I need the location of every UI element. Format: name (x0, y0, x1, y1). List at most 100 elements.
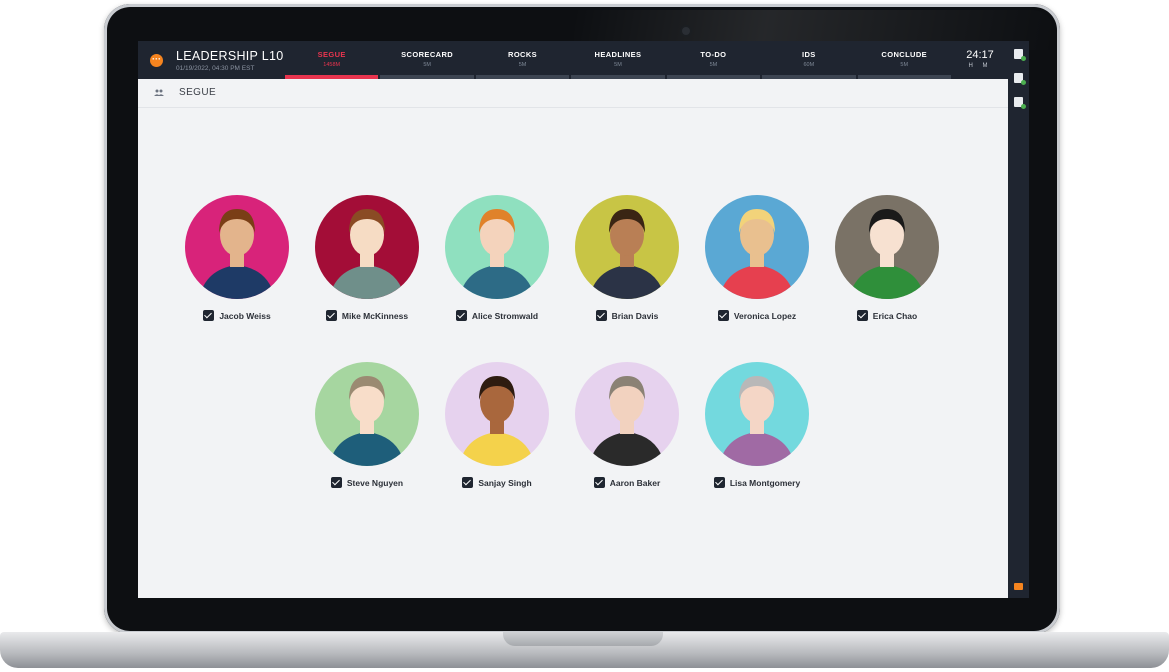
avatar-torso (199, 265, 275, 299)
tab-duration: 5M (900, 62, 909, 68)
tab-label: IDS (801, 50, 816, 59)
tab-ids[interactable]: IDS 60M (761, 41, 856, 79)
tab-scorecard[interactable]: SCORECARD 5M (379, 41, 474, 79)
attendee-row: Brian Davis (562, 310, 692, 321)
tab-duration: 1458M (323, 62, 341, 68)
attendee-avatar[interactable] (575, 195, 679, 299)
attendance-checkbox[interactable] (330, 477, 342, 488)
attendee-avatar[interactable] (185, 195, 289, 299)
attendance-checkbox[interactable] (593, 477, 605, 488)
avatar-illustration (849, 209, 925, 299)
attendee-card: Lisa Montgomery (692, 362, 822, 488)
tab-duration: 5M (709, 62, 718, 68)
attendee-avatar[interactable] (705, 195, 809, 299)
avatar-torso (329, 265, 405, 299)
tab-segue[interactable]: SEGUE 1458M (284, 41, 379, 79)
webcam-icon (682, 27, 690, 35)
avatar-illustration (459, 209, 535, 299)
tab-duration: 5M (614, 62, 622, 68)
attendee-row: Lisa Montgomery (692, 477, 822, 488)
attendee-name: Steve Nguyen (346, 477, 404, 488)
avatar-torso (459, 432, 535, 466)
chat-icon[interactable] (1014, 583, 1023, 590)
app-screen: ··· LEADERSHIP L10 01/19/2022, 04:30 PM … (138, 41, 1029, 598)
avatar-illustration (719, 209, 795, 299)
tab-label: SEGUE (317, 50, 346, 59)
meeting-timer: 24:17 H M (958, 49, 1002, 69)
tab-to-do[interactable]: TO-DO 5M (666, 41, 761, 79)
attendee-avatar[interactable] (315, 362, 419, 466)
tab-label: HEADLINES (594, 50, 642, 59)
tab-rocks[interactable]: ROCKS 5M (475, 41, 570, 79)
people-icon (154, 89, 164, 96)
attendee-row: Mike McKinness (302, 310, 432, 321)
attendance-checkbox[interactable] (717, 310, 729, 321)
tab-duration: 5M (423, 62, 431, 68)
attendee-row: Alice Stromwald (432, 310, 562, 321)
attendee-card: Brian Davis (562, 195, 692, 321)
attendee-card: Aaron Baker (562, 362, 692, 488)
attendee-name: Brian Davis (611, 310, 659, 321)
attendee-card: Erica Chao (822, 195, 952, 321)
attendee-name: Jacob Weiss (219, 310, 271, 321)
attendee-name: Sanjay Singh (478, 477, 532, 488)
attendee-avatar[interactable] (315, 195, 419, 299)
attendance-checkbox[interactable] (325, 310, 337, 321)
tab-label: TO-DO (700, 50, 727, 59)
section-title: SEGUE (179, 87, 217, 98)
meeting-topbar: ··· LEADERSHIP L10 01/19/2022, 04:30 PM … (138, 41, 1008, 79)
tab-label: SCORECARD (401, 50, 454, 59)
avatar-torso (849, 265, 925, 299)
attendee-name: Veronica Lopez (733, 310, 797, 321)
attendee-avatar[interactable] (445, 362, 549, 466)
right-rail (1008, 41, 1029, 598)
attendee-row: Jacob Weiss (172, 310, 302, 321)
timer-units: H M (968, 63, 992, 69)
agenda-tabs: SEGUE 1458M SCORECARD 5M ROCKS 5M HEADLI… (284, 41, 952, 79)
attendee-name: Aaron Baker (609, 477, 661, 488)
attendee-name: Erica Chao (872, 310, 918, 321)
ellipsis-icon[interactable]: ··· (150, 54, 163, 67)
attendee-card: Jacob Weiss (172, 195, 302, 321)
attendee-name: Mike McKinness (341, 310, 409, 321)
avatar-torso (459, 265, 535, 299)
avatar-illustration (459, 376, 535, 466)
attendance-checkbox[interactable] (856, 310, 868, 321)
attendee-avatar[interactable] (835, 195, 939, 299)
meeting-title: LEADERSHIP L10 (176, 49, 284, 63)
attendee-avatar[interactable] (705, 362, 809, 466)
timer-value: 24:17 (966, 49, 994, 61)
attendance-checkbox[interactable] (462, 477, 474, 488)
add-page-icon[interactable] (1014, 49, 1026, 61)
attendee-card: Sanjay Singh (432, 362, 562, 488)
meeting-datetime: 01/19/2022, 04:30 PM EST (176, 65, 255, 72)
attendance-checkbox[interactable] (713, 477, 725, 488)
attendee-card: Veronica Lopez (692, 195, 822, 321)
attendee-avatar[interactable] (445, 195, 549, 299)
avatar-illustration (719, 376, 795, 466)
attendee-row: Aaron Baker (562, 477, 692, 488)
tab-headlines[interactable]: HEADLINES 5M (570, 41, 665, 79)
avatar-torso (329, 432, 405, 466)
tab-label: ROCKS (508, 50, 538, 59)
laptop-notch (503, 632, 663, 646)
attendance-checkbox[interactable] (203, 310, 215, 321)
tab-conclude[interactable]: CONCLUDE 5M (857, 41, 952, 79)
notes-icon[interactable] (1014, 97, 1026, 109)
section-header: SEGUE (138, 79, 1008, 108)
checklist-icon[interactable] (1014, 73, 1026, 85)
attendee-row: Erica Chao (822, 310, 952, 321)
attendee-card: Alice Stromwald (432, 195, 562, 321)
attendee-avatar[interactable] (575, 362, 679, 466)
tab-duration: 60M (803, 62, 815, 68)
avatar-torso (589, 432, 665, 466)
avatar-illustration (329, 376, 405, 466)
avatar-illustration (199, 209, 275, 299)
avatar-illustration (329, 209, 405, 299)
attendance-checkbox[interactable] (595, 310, 607, 321)
avatar-torso (719, 432, 795, 466)
attendee-row: Sanjay Singh (432, 477, 562, 488)
avatar-illustration (589, 376, 665, 466)
attendee-card: Mike McKinness (302, 195, 432, 321)
attendance-checkbox[interactable] (455, 310, 467, 321)
